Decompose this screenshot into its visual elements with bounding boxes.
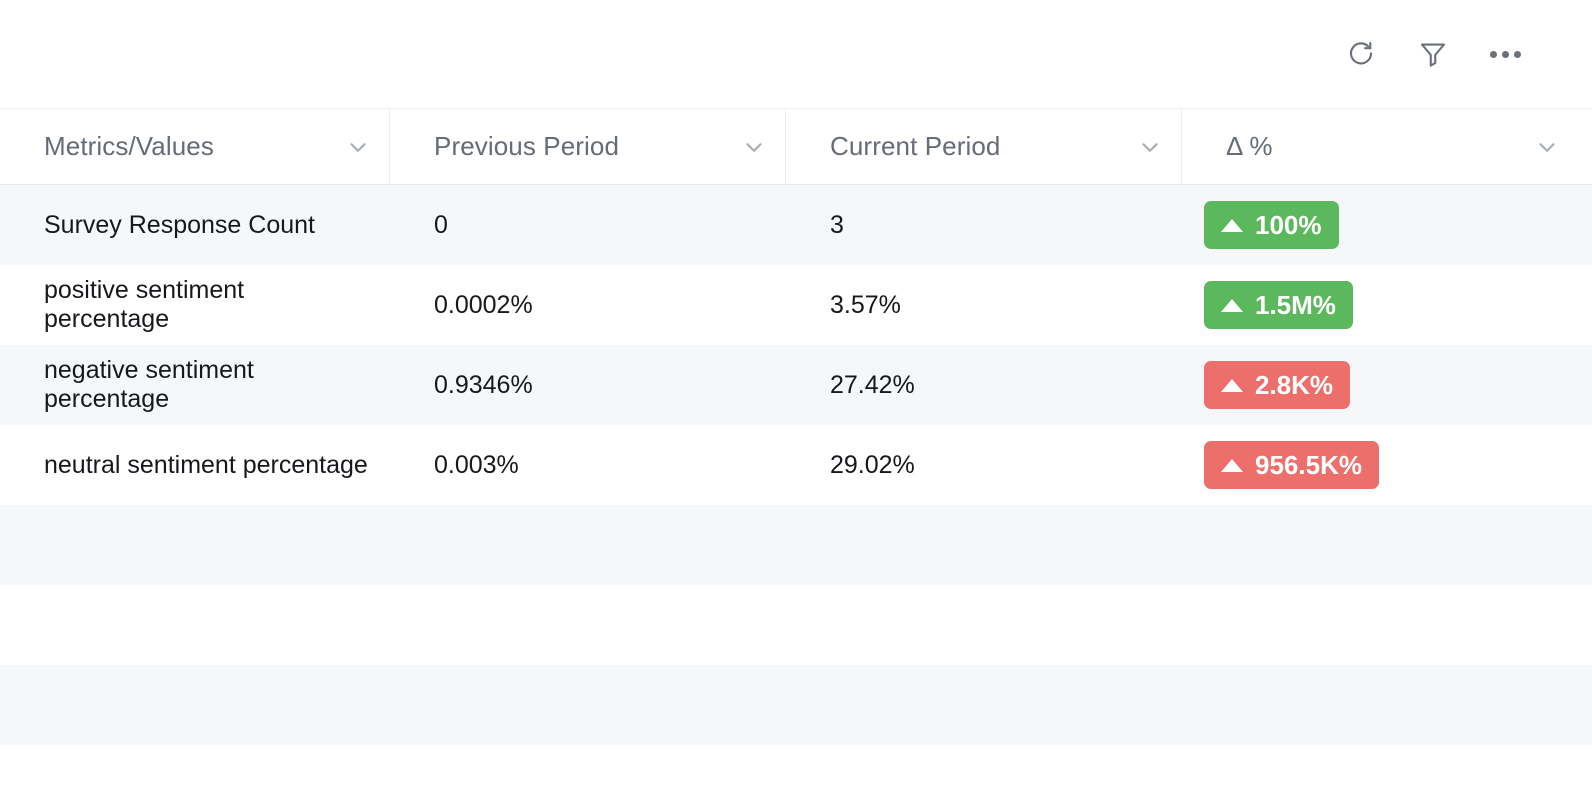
cell-current-period — [786, 745, 1182, 792]
cell-delta-percent: 2.8K% — [1182, 345, 1592, 425]
table-body: Survey Response Count 0 3 100% positive sent… — [0, 185, 1592, 792]
cell-previous-period: 0.0002% — [434, 290, 533, 319]
table-row — [0, 665, 1592, 745]
chevron-down-icon[interactable] — [1534, 134, 1560, 160]
chevron-down-icon[interactable] — [345, 134, 371, 160]
cell-metric: neutral sentiment percentage — [44, 450, 368, 479]
more-options-icon[interactable] — [1488, 37, 1522, 71]
table-header-row: Metrics/Values Previous Period Current P… — [0, 108, 1592, 185]
chevron-down-icon[interactable] — [741, 134, 767, 160]
column-header-current-period[interactable]: Current Period — [786, 109, 1182, 184]
filter-icon[interactable] — [1416, 37, 1450, 71]
widget-toolbar — [0, 0, 1592, 108]
cell-delta-percent: 956.5K% — [1182, 425, 1592, 505]
table-row — [0, 585, 1592, 665]
column-header-label: Current Period — [830, 131, 1001, 161]
cell-previous-period — [390, 505, 786, 585]
cell-metric — [0, 505, 390, 585]
cell-previous-period — [390, 665, 786, 745]
cell-current-period: 3 — [830, 210, 844, 239]
delta-badge-label: 2.8K% — [1255, 369, 1334, 400]
delta-badge: 2.8K% — [1204, 361, 1351, 409]
delta-badge: 100% — [1204, 201, 1339, 249]
arrow-up-icon — [1221, 298, 1243, 312]
delta-badge: 956.5K% — [1204, 441, 1379, 489]
comparison-table-widget: Metrics/Values Previous Period Current P… — [0, 0, 1592, 792]
column-header-label: Previous Period — [434, 131, 620, 161]
column-header-metrics[interactable]: Metrics/Values — [0, 109, 390, 184]
arrow-up-icon — [1221, 378, 1243, 392]
cell-delta-percent — [1182, 585, 1592, 665]
table-row — [0, 745, 1592, 792]
cell-previous-period: 0 — [434, 210, 448, 239]
cell-delta-percent — [1182, 745, 1592, 792]
table-row: negative sentiment percentage 0.9346% 27.4… — [0, 345, 1592, 425]
delta-badge: 1.5M% — [1204, 281, 1353, 329]
column-header-previous-period[interactable]: Previous Period — [390, 109, 786, 184]
cell-delta-percent: 100% — [1182, 185, 1592, 265]
delta-badge-label: 1.5M% — [1255, 289, 1336, 320]
cell-metric: negative sentiment percentage — [44, 356, 254, 413]
arrow-up-icon — [1221, 458, 1243, 472]
column-header-label: Δ % — [1226, 131, 1273, 161]
cell-delta-percent: 1.5M% — [1182, 265, 1592, 345]
cell-delta-percent — [1182, 505, 1592, 585]
table-row: Survey Response Count 0 3 100% — [0, 185, 1592, 265]
cell-current-period: 29.02% — [830, 450, 915, 479]
cell-current-period — [786, 665, 1182, 745]
cell-metric: Survey Response Count — [44, 210, 315, 239]
cell-current-period: 3.57% — [830, 290, 901, 319]
cell-previous-period — [390, 585, 786, 665]
cell-current-period: 27.42% — [830, 370, 915, 399]
delta-badge-label: 100% — [1255, 209, 1322, 240]
cell-metric — [0, 665, 390, 745]
cell-current-period — [786, 505, 1182, 585]
cell-previous-period — [390, 745, 786, 792]
arrow-up-icon — [1221, 218, 1243, 232]
cell-current-period — [786, 585, 1182, 665]
chevron-down-icon[interactable] — [1137, 134, 1163, 160]
refresh-icon[interactable] — [1344, 37, 1378, 71]
column-header-delta-percent[interactable]: Δ % — [1182, 109, 1592, 184]
table-row: positive sentiment percentage 0.0002% 3.57… — [0, 265, 1592, 345]
cell-metric: positive sentiment percentage — [44, 276, 245, 333]
table-row: neutral sentiment percentage 0.003% 29.02%… — [0, 425, 1592, 505]
cell-previous-period: 0.003% — [434, 450, 519, 479]
cell-delta-percent — [1182, 665, 1592, 745]
table-row — [0, 505, 1592, 585]
cell-previous-period: 0.9346% — [434, 370, 533, 399]
cell-metric — [0, 745, 390, 792]
column-header-label: Metrics/Values — [44, 131, 214, 161]
cell-metric — [0, 585, 390, 665]
delta-badge-label: 956.5K% — [1255, 449, 1362, 480]
data-table: Metrics/Values Previous Period Current P… — [0, 108, 1592, 792]
